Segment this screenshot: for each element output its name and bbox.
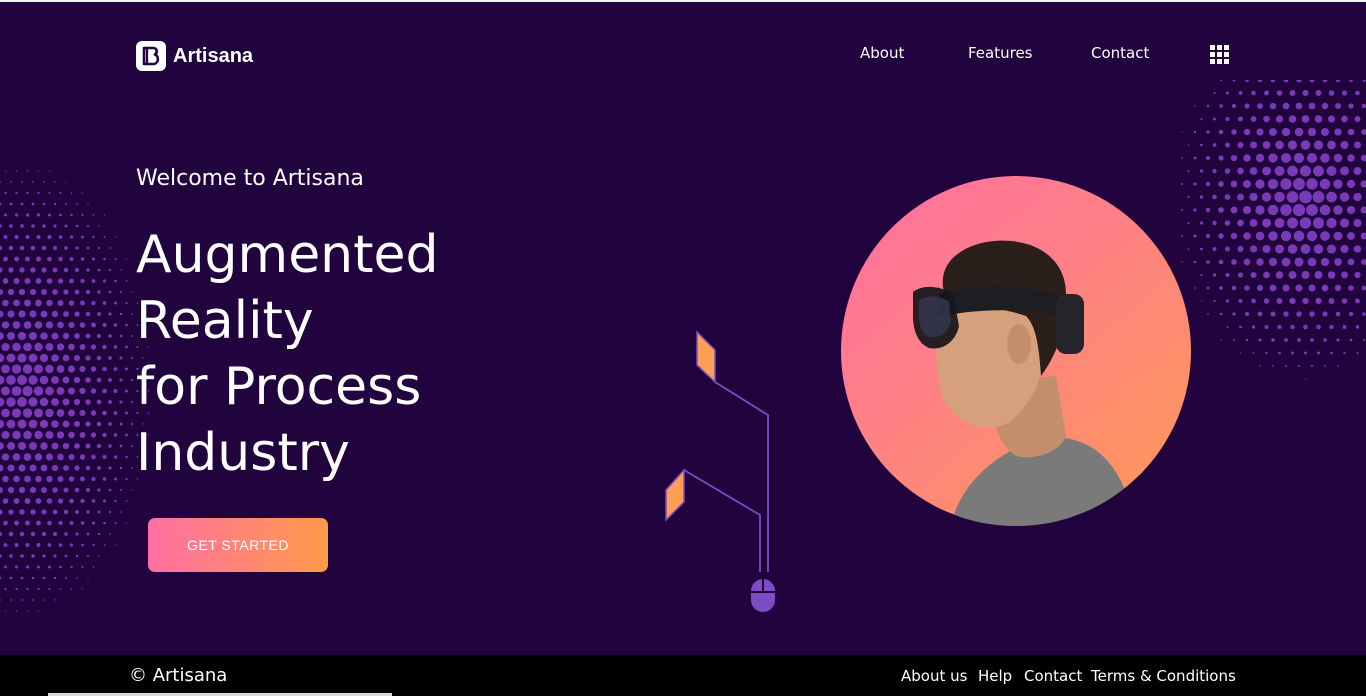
nav-link-features[interactable]: Features <box>968 44 1033 62</box>
nav-link-contact[interactable]: Contact <box>1091 44 1149 62</box>
footer-link-terms[interactable]: Terms & Conditions <box>1091 667 1236 685</box>
site-header: Artisana <box>0 2 1366 82</box>
main-nav: About Features Contact <box>0 44 1366 68</box>
footer-link-contact[interactable]: Contact <box>1024 667 1082 685</box>
get-started-button[interactable]: GET STARTED <box>148 518 328 572</box>
welcome-text: Welcome to Artisana <box>136 166 364 191</box>
headline-line: Industry <box>136 423 350 483</box>
nav-link-about[interactable]: About <box>860 44 904 62</box>
headline-line: Augmented <box>136 225 439 285</box>
site-footer: © Artisana About us Help Contact Terms &… <box>0 655 1366 696</box>
mouse-scroll-icon <box>751 579 775 612</box>
circuit-decoration <box>665 330 775 612</box>
hero-headline: Augmented Reality for Process Industry <box>136 222 439 486</box>
footer-link-about-us[interactable]: About us <box>901 667 967 685</box>
copyright-text: © Artisana <box>129 665 228 686</box>
hero-image-ar-headset <box>841 176 1191 526</box>
headline-line: for Process <box>136 357 422 417</box>
footer-link-help[interactable]: Help <box>978 667 1012 685</box>
grid-menu-icon[interactable] <box>1210 45 1230 65</box>
headline-line: Reality <box>136 291 314 351</box>
